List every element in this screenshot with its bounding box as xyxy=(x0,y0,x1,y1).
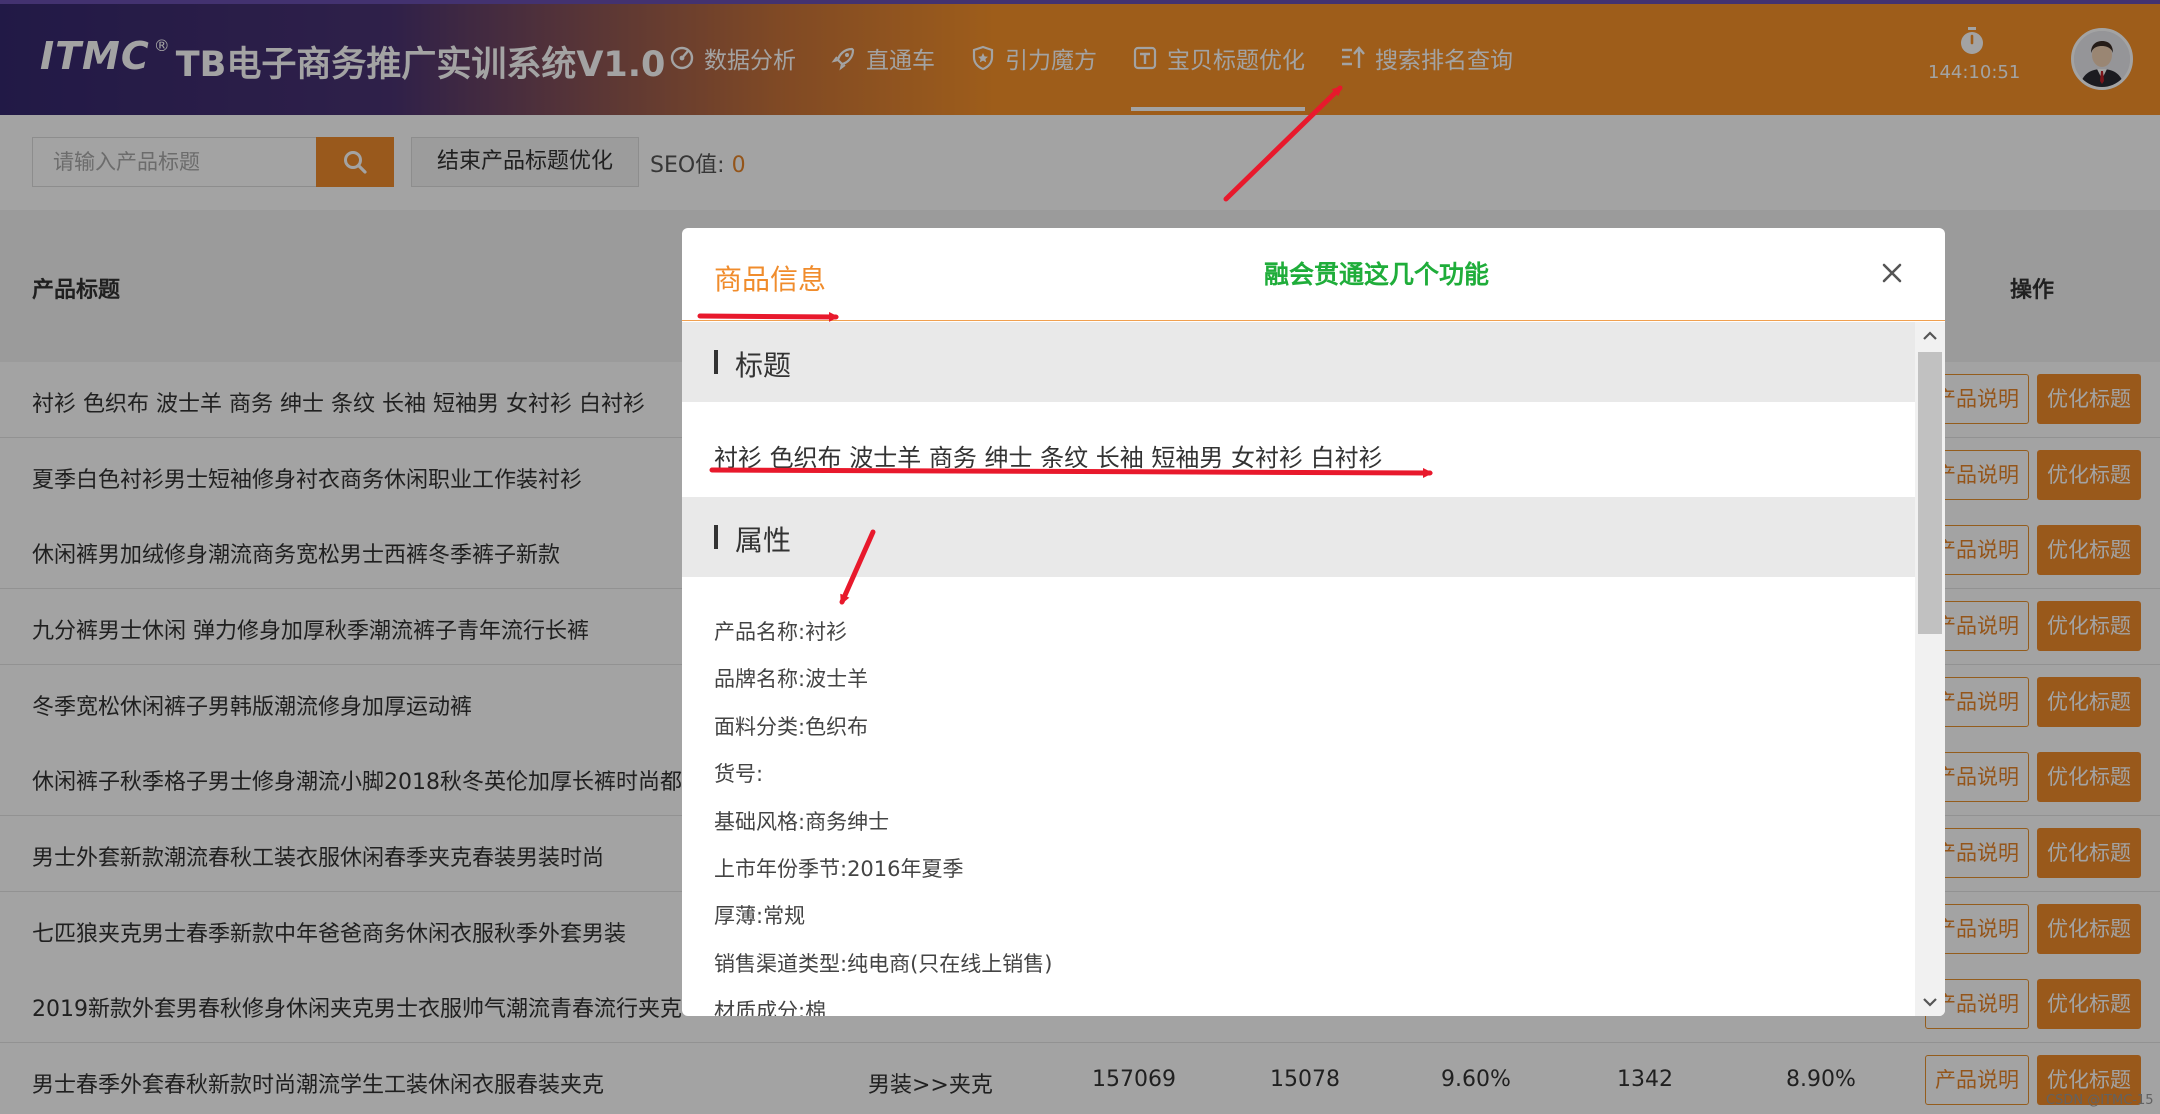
section-label: 标题 xyxy=(735,349,792,382)
attribute-item: 产品名称:衬衫 xyxy=(714,620,848,644)
section-label: 属性 xyxy=(735,524,792,557)
modal-header: 商品信息 融会贯通这几个功能 xyxy=(682,228,1945,321)
attribute-item: 材质成分:棉 xyxy=(714,999,827,1016)
scroll-down-icon[interactable] xyxy=(1920,992,1940,1012)
attribute-item: 货号: xyxy=(714,762,764,786)
section-header-attributes: 属性 xyxy=(682,497,1915,577)
attribute-item: 厚薄:常规 xyxy=(714,904,806,928)
section-marker xyxy=(714,525,718,549)
modal-scrollbar[interactable] xyxy=(1915,322,1945,1016)
attribute-item: 上市年份季节:2016年夏季 xyxy=(714,857,964,881)
section-marker xyxy=(714,350,718,374)
modal-body[interactable]: 标题 衬衫 色织布 波士羊 商务 绅士 条纹 长袖 短袖男 女衬衫 白衬衫 属性… xyxy=(682,322,1915,1016)
modal-annotation-note: 融会贯通这几个功能 xyxy=(1264,260,1490,289)
attribute-item: 基础风格:商务绅士 xyxy=(714,810,890,834)
attribute-item: 销售渠道类型:纯电商(只在线上销售) xyxy=(714,952,1053,976)
product-title-text: 衬衫 色织布 波士羊 商务 绅士 条纹 长袖 短袖男 女衬衫 白衬衫 xyxy=(714,444,1383,472)
close-icon[interactable] xyxy=(1877,258,1907,288)
scroll-up-icon[interactable] xyxy=(1920,326,1940,346)
section-header-title: 标题 xyxy=(682,322,1915,402)
attribute-item: 品牌名称:波士羊 xyxy=(714,667,869,691)
attribute-item: 面料分类:色织布 xyxy=(714,715,869,739)
modal-title: 商品信息 xyxy=(714,263,827,296)
scrollbar-thumb[interactable] xyxy=(1918,352,1942,634)
product-info-modal: 商品信息 融会贯通这几个功能 标题 衬衫 色织布 波士羊 商务 绅士 条纹 长袖… xyxy=(682,228,1945,1016)
